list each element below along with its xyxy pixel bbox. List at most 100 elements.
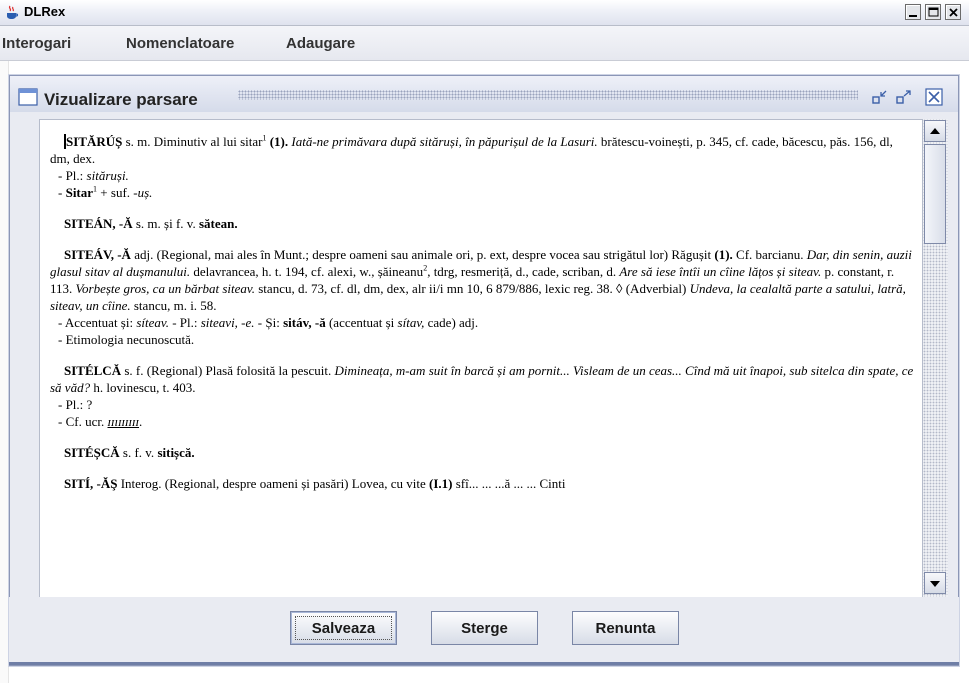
close-icon [949,8,958,17]
frame-close-icon[interactable] [924,88,944,106]
scroll-up-button[interactable] [924,120,946,142]
close-button[interactable] [945,4,961,20]
headword-text: SITEÁV, -Ă [64,247,131,262]
entry-text: cade) adj. [424,315,479,330]
entry-text: - Pl.: [58,168,87,183]
save-button[interactable]: Salveaza [290,611,397,645]
citation-text: sităruși. [86,168,129,183]
minimize-icon [909,15,917,17]
headword-text: (I.1) [429,476,453,491]
cancel-button-label: Renunta [595,619,656,637]
delete-button-label: Sterge [461,619,508,637]
citation-text: Iată-ne primăvara după sităruși, în păpu… [288,134,598,149]
menu-interogari[interactable]: Interogari [2,35,71,52]
entry-text: - Accentuat și: [58,315,137,330]
headword-text: (1). [269,134,289,149]
headword-text: Sitar [65,185,94,200]
entry-text: - Și: [254,315,284,330]
entry-note: - Accentuat și: síteav. - Pl.: siteavi, … [50,314,914,331]
headword-text: sătean. [198,216,238,231]
maximize-button[interactable] [925,4,941,20]
entry-text: stancu, d. 73, cf. dl, dm, dex, alr ii/i… [255,281,690,296]
entry-text: ɪɪıɪɪɪɪɪɪ [107,414,140,429]
headword-text: SITÉLCĂ [64,363,122,378]
entry-text: - [58,185,66,200]
frame-icon [18,88,38,106]
entry-text: Cf. barcianu. [732,247,807,262]
desktop-edge [0,61,9,683]
entry-text: sfî... ... ...ă ... ... Cinti [452,476,566,491]
menu-adaugare[interactable]: Adaugare [286,35,355,52]
window-title-bar: DLRex [0,0,969,26]
dictionary-entry: SITÉȘCĂ s. f. v. sitișcă. [50,444,914,461]
dictionary-entry: SITÍ, -ĂŞ Interog. (Regional, despre oam… [50,475,914,492]
button-bar: Salveaza Sterge Renunta [9,597,959,663]
entry-text: s. m. Diminutiv al lui sitar [122,134,263,149]
entry-definition: SITÉLCĂ s. f. (Regional) Plasă folosită … [50,362,914,396]
entry-note: - Pl.: sităruși. [50,167,914,184]
minimize-button[interactable] [905,4,921,20]
scroll-thumb[interactable] [924,144,946,244]
title-bar-texture [238,90,858,100]
dictionary-entries: SITĂRÚȘ s. m. Diminutiv al lui sitar1 (1… [40,120,922,492]
cancel-button[interactable]: Renunta [572,611,679,645]
citation-text: Vorbește gros, ca un bărbat siteav. [75,281,255,296]
save-button-label: Salveaza [311,619,376,637]
dictionary-entry: SITEÁN, -Ă s. m. și f. v. sătean. [50,215,914,232]
entry-text: - Pl.: [168,315,201,330]
citation-text: síteav. [136,315,169,330]
entry-text: , tdrg, resmeriță, d., cade, scriban, d. [427,264,620,279]
citation-text: siteavi, -e. [200,315,255,330]
entry-text: s. m. și f. v. [132,216,199,231]
menu-nomenclatoare[interactable]: Nomenclatoare [126,35,234,52]
citation-text: Are să iese întîi un cîine lățos și site… [619,264,822,279]
headword-text: SITÍ, -ĂŞ [64,476,118,491]
headword-text: SITÉȘCĂ [64,445,120,460]
delete-button[interactable]: Sterge [431,611,538,645]
entry-text: + suf. [97,185,134,200]
entry-text: - Cf. ucr. [58,414,108,429]
frame-bottom-border [9,662,959,665]
entry-text: adj. (Regional, mai ales în Munt.; despr… [130,247,715,262]
entry-text: delavrancea, h. t. 194, cf. alexi, w., ș… [190,264,424,279]
headword-text: SITEÁN, -Ă [64,216,133,231]
entry-text: Interog. (Regional, despre oameni și pas… [117,476,429,491]
frame-title: Vizualizare parsare [44,90,198,109]
menu-bar: Interogari Nomenclatoare Adaugare [0,26,969,61]
headword-text: (1). [714,247,733,262]
frame-title-bar[interactable]: Vizualizare parsare [10,76,958,112]
entry-text: (accentuat și [325,315,398,330]
entry-note: - Cf. ucr. ɪɪıɪɪɪɪɪɪ. [50,413,914,430]
entry-note: - Pl.: ? [50,396,914,413]
entry-text: stancu, m. i. 58. [130,298,217,313]
entry-text: - Etimologia necunoscută. [58,332,195,347]
java-cup-icon [7,5,19,19]
frame-maximize-icon[interactable] [894,88,914,106]
entry-definition: SITEÁV, -Ă adj. (Regional, mai ales în M… [50,246,914,314]
entry-text: s. f. v. [119,445,158,460]
citation-text: -uș. [133,185,153,200]
parse-text-area[interactable]: SITĂRÚȘ s. m. Diminutiv al lui sitar1 (1… [39,119,922,597]
scroll-down-icon [930,581,940,587]
entry-definition: SITÍ, -ĂŞ Interog. (Regional, despre oam… [50,475,914,492]
vertical-scrollbar[interactable] [922,119,948,597]
dictionary-entry: SITÉLCĂ s. f. (Regional) Plasă folosită … [50,362,914,430]
entry-note: - Etimologia necunoscută. [50,331,914,348]
entry-note: - Sitar1 + suf. -uș. [50,184,914,201]
entry-definition: SITEÁN, -Ă s. m. și f. v. sătean. [50,215,914,232]
headword-text: sitáv, -ă [283,315,326,330]
scroll-down-button[interactable] [924,572,946,594]
entry-definition: SITĂRÚȘ s. m. Diminutiv al lui sitar1 (1… [50,133,914,167]
citation-text: sítav, [397,315,425,330]
entry-text: . [139,414,143,429]
dictionary-entry: SITĂRÚȘ s. m. Diminutiv al lui sitar1 (1… [50,133,914,201]
entry-text: - Pl.: ? [58,397,93,412]
iconify-icon[interactable] [870,88,890,106]
window-title: DLRex [24,4,66,19]
entry-text: s. f. (Regional) Plasă folosită la pescu… [121,363,335,378]
entry-text: h. lovinescu, t. 403. [90,380,196,395]
headword-text: SITĂRÚȘ [64,134,123,149]
dictionary-entry: SITEÁV, -Ă adj. (Regional, mai ales în M… [50,246,914,348]
scroll-up-icon [930,128,940,134]
maximize-icon [928,7,939,17]
